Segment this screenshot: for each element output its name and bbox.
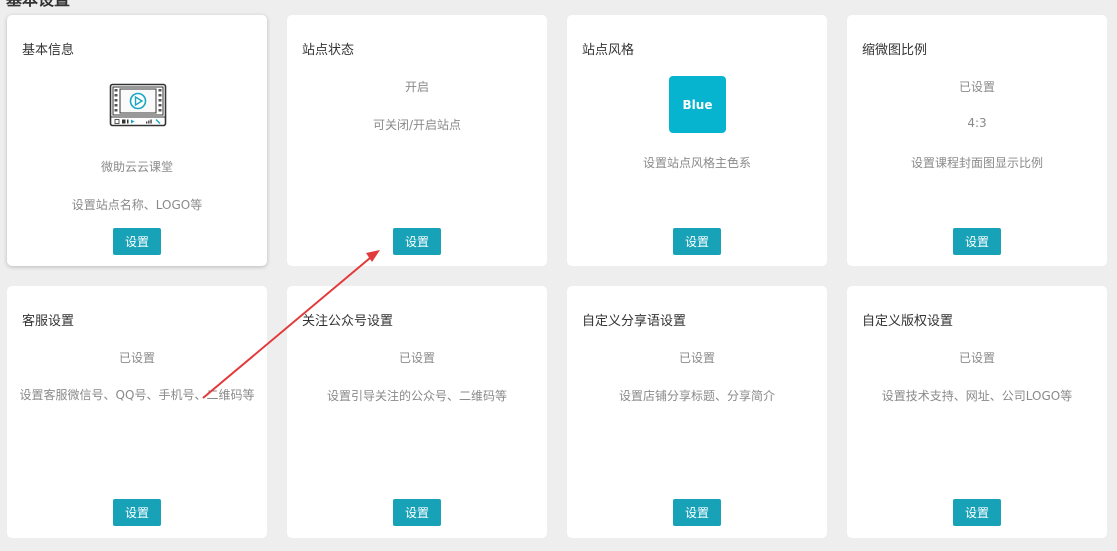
settings-button[interactable]: 设置 <box>393 228 441 255</box>
card-title: 自定义分享语设置 <box>582 314 687 329</box>
settings-button[interactable]: 设置 <box>953 228 1001 255</box>
card-site-style: 站点风格 Blue 设置站点风格主色系 设置 <box>567 15 827 266</box>
description-text: 设置店铺分享标题、分享简介 <box>618 389 775 403</box>
card-title: 缩微图比例 <box>862 43 928 58</box>
settings-button[interactable]: 设置 <box>113 228 161 255</box>
card-share-text: 自定义分享语设置 已设置 设置店铺分享标题、分享简介 设置 <box>567 286 827 538</box>
description-text: 设置站点风格主色系 <box>642 156 751 170</box>
site-name-text: 微助云云课堂 <box>100 160 173 174</box>
card-title: 关注公众号设置 <box>302 314 394 329</box>
settings-button[interactable]: 设置 <box>113 499 161 526</box>
section-title: 基本设置 <box>6 0 70 10</box>
ratio-value: 4:3 <box>967 116 987 130</box>
settings-button[interactable]: 设置 <box>393 499 441 526</box>
status-value: 已设置 <box>398 351 435 365</box>
description-text: 设置客服微信号、QQ号、手机号、二维码等 <box>19 388 255 402</box>
status-value: 已设置 <box>958 351 995 365</box>
card-official-account: 关注公众号设置 已设置 设置引导关注的公众号、二维码等 设置 <box>287 286 547 538</box>
status-value: 已设置 <box>118 351 155 365</box>
card-site-status: 站点状态 开启 可关闭/开启站点 设置 <box>287 15 547 266</box>
theme-color-swatch: Blue <box>669 76 726 133</box>
settings-button[interactable]: 设置 <box>673 228 721 255</box>
card-title: 站点状态 <box>302 43 355 58</box>
settings-button[interactable]: 设置 <box>673 499 721 526</box>
swatch-label: Blue <box>682 97 713 112</box>
video-player-icon <box>109 83 167 127</box>
card-title: 客服设置 <box>22 314 75 329</box>
description-text: 可关闭/开启站点 <box>372 118 462 132</box>
status-value: 开启 <box>404 80 429 94</box>
card-thumbnail-ratio: 缩微图比例 已设置 4:3 设置课程封面图显示比例 设置 <box>847 15 1107 266</box>
description-text: 设置引导关注的公众号、二维码等 <box>326 389 507 403</box>
settings-button[interactable]: 设置 <box>953 499 1001 526</box>
status-value: 已设置 <box>958 80 995 94</box>
description-text: 设置技术支持、网址、公司LOGO等 <box>881 389 1073 403</box>
card-title: 基本信息 <box>22 43 75 58</box>
card-title: 自定义版权设置 <box>862 314 954 329</box>
settings-page: 基本设置 基本信息 <box>0 0 1117 551</box>
card-basic-info: 基本信息 微助云云课堂 设置站点名称、LOGO等 设置 <box>7 15 267 266</box>
card-customer-service: 客服设置 已设置 设置客服微信号、QQ号、手机号、二维码等 设置 <box>7 286 267 538</box>
description-text: 设置站点名称、LOGO等 <box>71 198 203 212</box>
description-text: 设置课程封面图显示比例 <box>910 156 1043 170</box>
card-title: 站点风格 <box>582 43 635 58</box>
status-value: 已设置 <box>678 351 715 365</box>
card-copyright: 自定义版权设置 已设置 设置技术支持、网址、公司LOGO等 设置 <box>847 286 1107 538</box>
